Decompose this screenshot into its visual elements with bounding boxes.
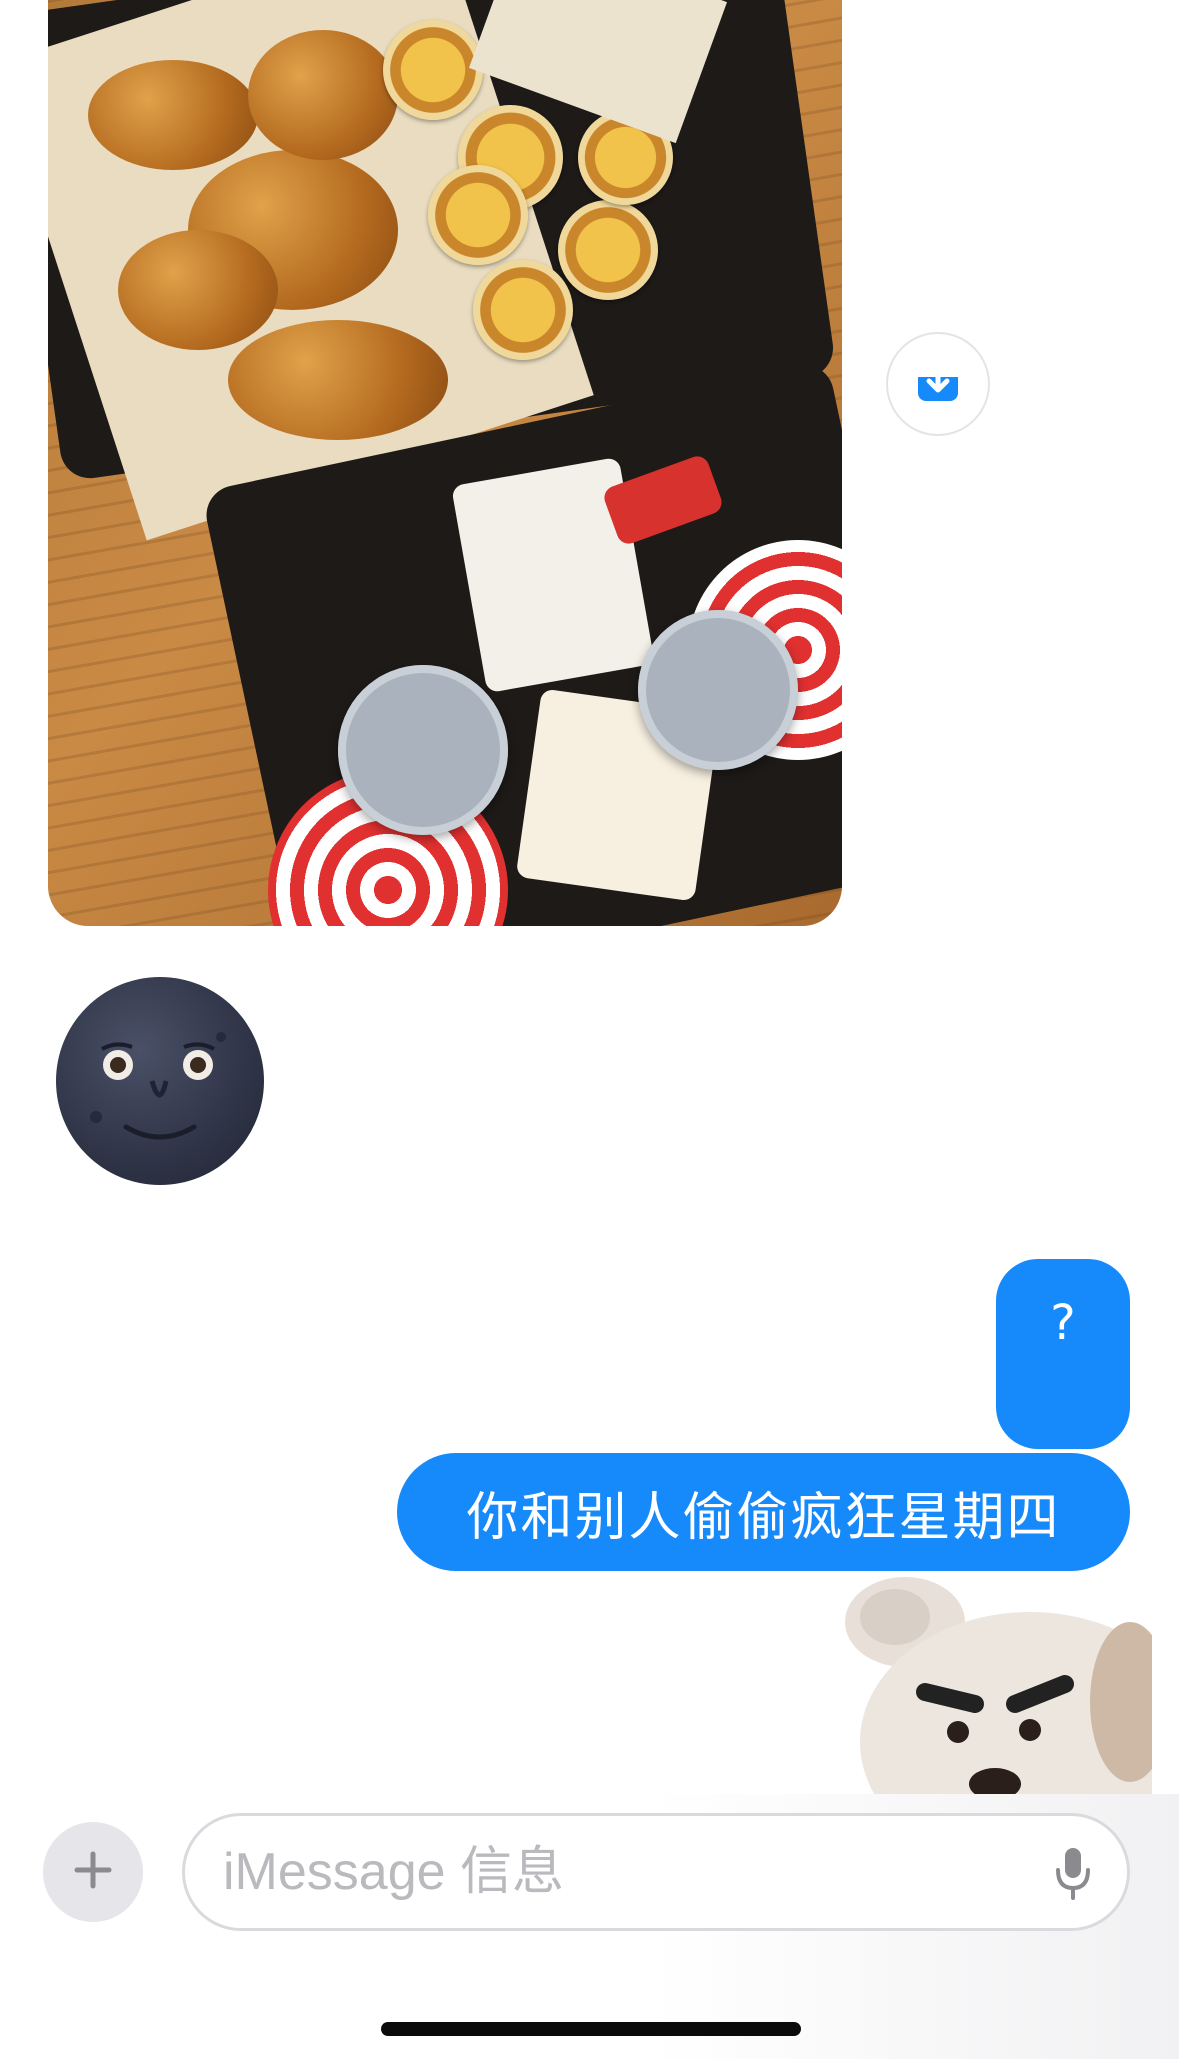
save-photo-button[interactable] — [886, 332, 990, 436]
egg-tart — [428, 165, 528, 265]
fried-chicken — [228, 320, 448, 440]
message-text: ? — [1050, 1295, 1076, 1351]
dog-sticker-icon — [845, 1577, 1152, 1794]
fried-chicken — [118, 230, 278, 350]
plus-icon — [73, 1850, 113, 1894]
drink-cup — [638, 610, 798, 770]
microphone-icon[interactable] — [1053, 1846, 1093, 1906]
message-input-placeholder: iMessage 信息 — [223, 1843, 564, 1901]
download-icon — [915, 359, 961, 409]
egg-tart — [383, 20, 483, 120]
egg-tart — [558, 200, 658, 300]
egg-tart — [473, 260, 573, 360]
apps-plus-button[interactable] — [43, 1822, 143, 1922]
food-photo[interactable] — [48, 0, 842, 926]
fried-chicken — [248, 30, 398, 160]
dog-sticker[interactable] — [800, 1572, 1152, 1794]
message-text: 你和别人偷偷疯狂星期四 — [466, 1487, 1061, 1548]
drink-cup — [338, 665, 508, 835]
sent-message-bubble[interactable]: 你和别人偷偷疯狂星期四 — [397, 1453, 1130, 1571]
fried-chicken — [88, 60, 258, 170]
home-indicator[interactable] — [381, 2022, 801, 2036]
new-moon-face-emoji[interactable] — [56, 977, 264, 1185]
message-input[interactable]: iMessage 信息 — [182, 1813, 1130, 1931]
moon-face-icon — [90, 1032, 226, 1140]
sent-message-bubble[interactable]: ? — [996, 1259, 1130, 1449]
